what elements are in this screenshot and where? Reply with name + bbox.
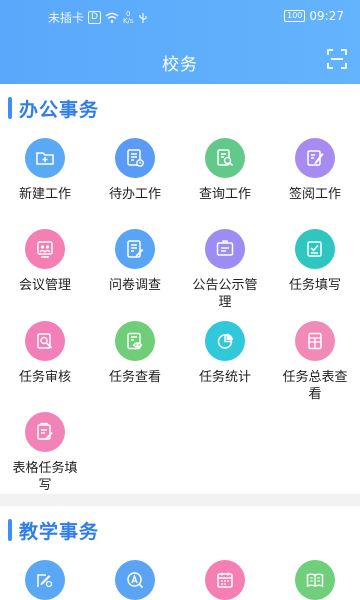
menu-item-teaching-3[interactable] <box>180 560 270 600</box>
menu-item-todo-work[interactable]: 待办工作 <box>90 138 180 203</box>
status-right: 100 09:27 <box>284 9 344 23</box>
menu-item-task-fill[interactable]: 任务填写 <box>270 229 360 294</box>
menu-item-label: 任务总表查看 <box>282 370 348 402</box>
menu-item-task-table-view[interactable]: 任务总表查看 <box>270 321 360 403</box>
form-task-icon <box>25 412 65 452</box>
menu-item-meeting[interactable]: 会议管理 <box>0 229 90 294</box>
search-doc-icon <box>205 138 245 178</box>
task-table-icon <box>295 321 335 361</box>
section-title: 办公事务 <box>19 98 100 121</box>
menu-item-survey[interactable]: 问卷调查 <box>90 229 180 294</box>
task-view-icon <box>115 321 155 361</box>
section-header: 办公事务 <box>8 96 100 121</box>
menu-item-label: 问卷调查 <box>108 278 161 293</box>
pie-chart-icon <box>205 321 245 361</box>
app-header: 未插卡 D 0 K/s 100 09:27 校务 <box>0 0 360 84</box>
menu-item-label: 任务填写 <box>288 278 341 293</box>
meeting-icon <box>25 229 65 269</box>
new-folder-icon <box>25 138 65 178</box>
book-icon <box>295 560 335 600</box>
menu-item-label: 公告公示管理 <box>192 278 258 310</box>
calendar-icon <box>205 560 245 600</box>
status-left: 未插卡 D 0 K/s <box>48 9 148 26</box>
menu-item-teaching-1[interactable] <box>0 560 90 600</box>
menu-item-notice-manage[interactable]: 公告公示管理 <box>180 229 270 311</box>
usb-icon <box>138 12 147 23</box>
menu-item-label: 新建工作 <box>18 187 71 202</box>
section-header: 教学事务 <box>8 518 100 543</box>
status-bar: 未插卡 D 0 K/s 100 09:27 <box>0 0 360 30</box>
todo-list-icon <box>115 138 155 178</box>
battery-indicator: 100 <box>284 10 306 22</box>
menu-item-task-view[interactable]: 任务查看 <box>90 321 180 386</box>
wifi-icon <box>105 12 119 23</box>
page-title: 校务 <box>162 55 198 75</box>
menu-item-label: 查询工作 <box>198 187 251 202</box>
compass-icon <box>115 560 155 600</box>
sign-edit-icon <box>295 138 335 178</box>
menu-item-teaching-4[interactable] <box>270 560 360 600</box>
sim-badge: D <box>88 11 101 24</box>
section-accent-bar <box>8 519 12 541</box>
menu-item-label: 任务统计 <box>198 370 251 385</box>
office-affairs-panel: 办公事务 新建工作 待办工作 查询工作 签阅工作 会议管理 问卷调查 公告公示管… <box>0 84 360 494</box>
menu-item-form-task-fill[interactable]: 表格任务填写 <box>0 412 90 494</box>
menu-item-label: 签阅工作 <box>288 187 341 202</box>
menu-item-new-work[interactable]: 新建工作 <box>0 138 90 203</box>
speed-unit: K/s <box>122 16 134 25</box>
menu-item-teaching-2[interactable] <box>90 560 180 600</box>
clock: 09:27 <box>309 9 344 23</box>
menu-item-label: 会议管理 <box>18 278 71 293</box>
menu-item-task-stats[interactable]: 任务统计 <box>180 321 270 386</box>
survey-icon <box>115 229 155 269</box>
menu-item-label: 任务查看 <box>108 370 161 385</box>
menu-item-label: 表格任务填写 <box>12 461 78 493</box>
section-accent-bar <box>8 97 12 119</box>
network-speed: 0 K/s <box>122 10 134 25</box>
menu-item-task-review[interactable]: 任务审核 <box>0 321 90 386</box>
notice-board-icon <box>205 229 245 269</box>
teaching-affairs-panel: 教学事务 <box>0 506 360 600</box>
task-review-icon <box>25 321 65 361</box>
scan-icon[interactable] <box>326 48 348 70</box>
task-fill-icon <box>295 229 335 269</box>
section-title: 教学事务 <box>19 520 100 543</box>
carrier-text: 未插卡 <box>48 11 85 25</box>
menu-item-label: 待办工作 <box>108 187 161 202</box>
menu-item-sign-review[interactable]: 签阅工作 <box>270 138 360 203</box>
menu-item-label: 任务审核 <box>18 370 71 385</box>
edit-search-icon <box>25 560 65 600</box>
menu-item-query-work[interactable]: 查询工作 <box>180 138 270 203</box>
